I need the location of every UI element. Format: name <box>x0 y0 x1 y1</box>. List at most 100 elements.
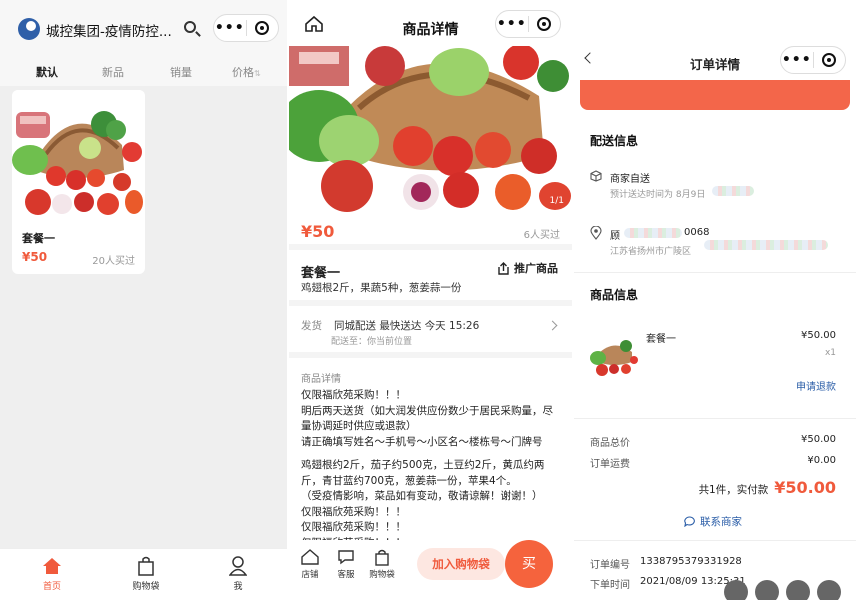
receiver-address: 江苏省扬州市广陵区 <box>610 247 692 257</box>
goods-total-label: 商品总价 <box>590 438 630 449</box>
product-sold-count: 20人买过 <box>92 256 135 267</box>
detail-line: 请正确填写姓名～手机号～小区名～楼栋号～门牌号 <box>301 435 543 448</box>
paid-total-row: 共1件，实付款 ¥50.00 <box>699 478 836 497</box>
list-header: 城控集团-疫情防控... ••• <box>0 0 287 56</box>
person-icon <box>208 555 268 577</box>
detail-bottom-bar: 店铺 客服 购物袋 加入购物袋 买 <box>289 540 572 600</box>
freight-label: 订单运费 <box>590 459 630 470</box>
chevron-right-icon <box>547 320 558 331</box>
order-item-thumbnail <box>590 336 638 376</box>
tab-new[interactable]: 新品 <box>102 64 124 80</box>
divider <box>574 540 856 541</box>
product-detail-screen: 商品详情 ••• 1/1 ¥50 6人买过 套餐一 推广商品 鸡翅根2斤，果蔬5… <box>289 0 572 600</box>
product-card[interactable]: 套餐一 ¥50 20人买过 <box>12 90 145 274</box>
chat-icon <box>329 548 363 566</box>
sort-arrow-icon: ⇅ <box>254 69 261 78</box>
divider <box>574 272 856 273</box>
service-button[interactable]: 客服 <box>329 548 363 580</box>
package-icon <box>590 170 602 182</box>
bag-button[interactable]: 购物袋 <box>365 548 399 580</box>
bag-icon <box>365 548 399 566</box>
tabbar-bag-label: 购物袋 <box>132 582 160 592</box>
product-name: 套餐一 <box>22 232 55 245</box>
tabbar-home-label: 首页 <box>42 582 61 592</box>
order-item-name: 套餐一 <box>646 334 676 345</box>
refund-link[interactable]: 申请退款 <box>796 378 836 393</box>
bag-icon <box>116 555 176 577</box>
tabbar-home[interactable]: 首页 <box>22 555 82 592</box>
list-title: 城控集团-疫情防控... <box>46 24 172 40</box>
redacted-text <box>704 240 828 250</box>
freight-value: ¥0.00 <box>807 455 836 466</box>
more-icon[interactable]: ••• <box>781 52 813 68</box>
detail-line: 仅限福欣苑采购！！！ <box>301 505 406 518</box>
store-icon <box>293 548 327 566</box>
close-miniprogram-icon[interactable] <box>528 17 560 31</box>
order-number-label: 订单编号 <box>590 560 630 571</box>
bottom-tabbar: 首页 购物袋 我 <box>0 548 287 600</box>
share-icon <box>498 261 509 275</box>
goods-section-title: 商品信息 <box>590 288 639 302</box>
sort-tabs: 默认 新品 销量 价格⇅ <box>0 56 287 86</box>
tab-sales[interactable]: 销量 <box>170 64 192 80</box>
share-product-button[interactable]: 推广商品 <box>497 260 558 276</box>
service-label: 客服 <box>337 570 355 580</box>
detail-description: 仅限福欣苑采购！！！ 明后两天送货（如大润发供应份数少于居民采购量，尽量协调延时… <box>301 388 563 551</box>
tab-default[interactable]: 默认 <box>36 64 58 80</box>
more-icon[interactable]: ••• <box>496 16 528 32</box>
float-action-icon[interactable] <box>724 580 748 600</box>
receiver-prefix: 顾 <box>610 231 620 242</box>
store-label: 店铺 <box>301 570 319 580</box>
expected-delivery: 预计送达时间为 8月9日 <box>610 190 706 200</box>
product-price: ¥50 <box>22 250 48 264</box>
paid-amount: ¥50.00 <box>774 478 836 497</box>
contact-merchant-button[interactable]: 联系商家 <box>684 514 742 529</box>
detail-line: 明后两天送货（如大润发供应份数少于居民采购量，尽量协调延时供应或退款） <box>301 404 553 433</box>
shipping-label: 发货 <box>301 320 322 332</box>
order-item-qty: x1 <box>824 348 836 358</box>
product-main-image <box>289 46 572 214</box>
tabbar-bag[interactable]: 购物袋 <box>116 555 176 592</box>
redacted-text <box>712 186 754 196</box>
detail-line: 仅限福欣苑采购！！！ <box>301 389 406 401</box>
add-to-cart-button[interactable]: 加入购物袋 <box>417 548 505 580</box>
tabbar-me[interactable]: 我 <box>208 555 268 592</box>
chat-icon <box>684 516 695 527</box>
detail-section-label: 商品详情 <box>301 374 341 385</box>
order-header: 订单详情 ••• <box>574 40 856 80</box>
detail-product-name: 套餐一 <box>301 266 341 281</box>
buy-now-button[interactable]: 买 <box>505 540 553 588</box>
section-gap <box>289 352 572 358</box>
tab-price[interactable]: 价格⇅ <box>232 64 261 80</box>
order-item-price: ¥50.00 <box>801 330 836 341</box>
detail-bought-count: 6人买过 <box>523 230 560 241</box>
store-button[interactable]: 店铺 <box>293 548 327 580</box>
image-counter: 1/1 <box>549 196 564 206</box>
float-more-icon[interactable] <box>817 580 841 600</box>
float-grid-icon[interactable] <box>786 580 810 600</box>
detail-line: 仅限福欣苑采购！！！ <box>301 521 406 533</box>
detail-line <box>301 450 563 458</box>
tab-price-label: 价格 <box>232 66 254 79</box>
search-icon[interactable] <box>184 21 196 33</box>
detail-summary: 鸡翅根2斤，果蔬5种，葱姜蒜一份 <box>301 282 462 294</box>
home-icon <box>22 555 82 577</box>
miniprogram-capsule: ••• <box>780 46 846 74</box>
divider <box>574 418 856 419</box>
more-icon[interactable]: ••• <box>214 20 246 36</box>
receiver-phone-suffix: 0068 <box>684 227 710 238</box>
delivery-address: 配送至：你当前位置 <box>331 337 413 347</box>
float-action-icon[interactable] <box>755 580 779 600</box>
tabbar-me-label: 我 <box>233 582 243 592</box>
order-time-label: 下单时间 <box>590 580 630 591</box>
miniprogram-capsule: ••• <box>495 10 561 38</box>
location-icon <box>590 226 602 240</box>
close-miniprogram-icon[interactable] <box>813 53 845 67</box>
order-detail-screen: 订单详情 ••• 配送信息 商家自送 预计送达时间为 8月9日 顾 0068 江… <box>574 0 856 600</box>
shipping-row[interactable]: 发货 同城配送 最快送达 今天 15:26 <box>301 318 479 333</box>
delivery-section-title: 配送信息 <box>590 134 639 148</box>
contact-label: 联系商家 <box>700 516 742 528</box>
company-logo <box>18 18 40 40</box>
close-miniprogram-icon[interactable] <box>246 21 278 35</box>
bag-label: 购物袋 <box>369 570 395 580</box>
